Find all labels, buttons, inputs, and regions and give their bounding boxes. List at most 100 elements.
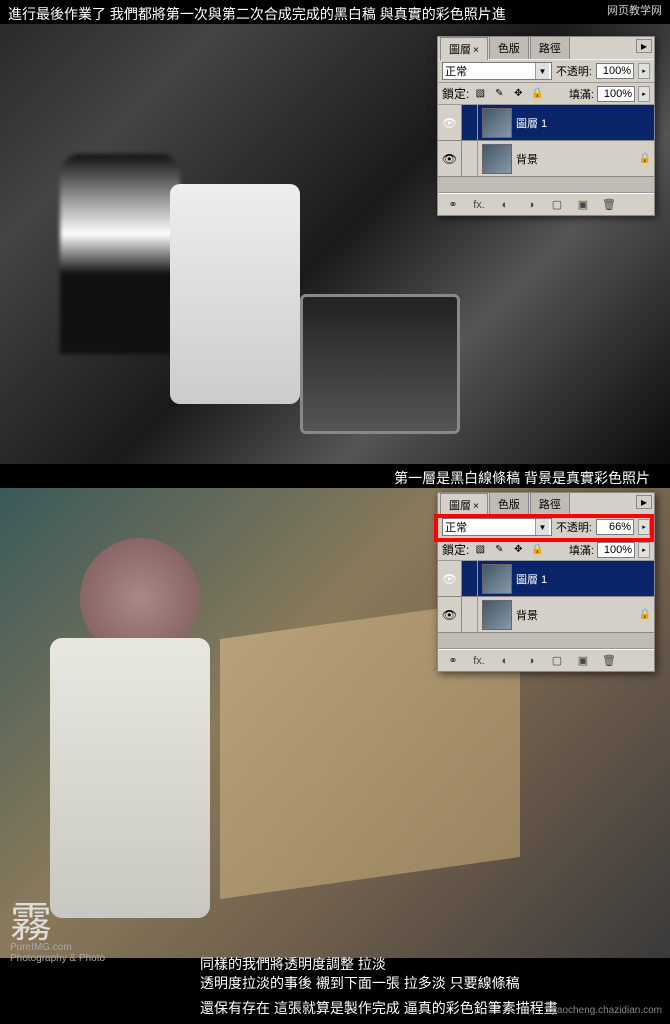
layer-item-1[interactable]: 👁 圖層 1 xyxy=(438,561,654,597)
opacity-label: 不透明: xyxy=(556,63,592,79)
opacity-flyout-icon[interactable]: ▸ xyxy=(638,519,650,535)
panel-footer: ⚭ fx. ◐ ◑ ▢ ▣ 🗑 xyxy=(438,193,654,215)
instruction-bottom-1: 同樣的我們將透明度調整 拉淡 xyxy=(200,955,520,975)
fill-input[interactable]: 100% xyxy=(597,86,635,102)
instruction-bottom: 同樣的我們將透明度調整 拉淡 透明度拉淡的事後 襯到下面一張 拉多淡 只要線條稿 xyxy=(200,955,520,994)
logo-tagline: Photography & Photo xyxy=(10,953,105,964)
fill-label: 填滿: xyxy=(569,542,594,558)
blend-opacity-row: 正常 ▼ 不透明: 66% ▸ xyxy=(438,515,654,539)
layer-item-background[interactable]: 👁 背景 🔒 xyxy=(438,141,654,177)
lock-paint-icon[interactable]: ✎ xyxy=(491,87,507,101)
fx-icon[interactable]: fx. xyxy=(470,197,488,213)
adjustment-icon[interactable]: ◑ xyxy=(522,653,540,669)
mask-icon[interactable]: ◐ xyxy=(496,197,514,213)
tab-close-icon[interactable]: × xyxy=(473,501,479,512)
tab-paths[interactable]: 路徑 xyxy=(530,36,570,59)
fill-input[interactable]: 100% xyxy=(597,542,635,558)
watermark-bottom-right: jiaocheng.chazidian.com xyxy=(552,1005,662,1016)
bw-suitcase xyxy=(300,294,460,434)
layer-list: 👁 圖層 1 👁 背景 🔒 xyxy=(438,561,654,649)
color-washing-machine xyxy=(50,638,210,918)
blend-mode-value: 正常 xyxy=(445,519,467,535)
tab-channels[interactable]: 色版 xyxy=(489,492,529,515)
panel-menu-button[interactable]: ▸ xyxy=(636,39,652,53)
tab-paths[interactable]: 路徑 xyxy=(530,492,570,515)
opacity-input[interactable]: 66% xyxy=(596,519,634,535)
tab-layers[interactable]: 圖層× xyxy=(440,37,488,60)
blend-mode-select[interactable]: 正常 ▼ xyxy=(442,518,552,536)
instruction-top: 進行最後作業了 我們都將第一次與第二次合成完成的黑白稿 與真實的彩色照片進 xyxy=(8,4,662,24)
tab-layers[interactable]: 圖層× xyxy=(440,493,488,516)
instruction-mid: 第一層是黑白線條稿 背景是真實彩色照片 xyxy=(394,468,650,488)
instruction-bottom-2: 透明度拉淡的事後 襯到下面一張 拉多淡 只要線條稿 xyxy=(200,974,520,994)
lock-label: 鎖定: xyxy=(442,541,469,558)
layer-1-name[interactable]: 圖層 1 xyxy=(516,571,654,587)
opacity-flyout-icon[interactable]: ▸ xyxy=(638,63,650,79)
watermark-top-right: 网页教学网 xyxy=(607,2,662,18)
link-column[interactable] xyxy=(462,597,478,632)
lock-all-icon[interactable]: 🔒 xyxy=(529,87,545,101)
lock-indicator-icon: 🔒 xyxy=(638,609,654,620)
bw-figure-silhouette xyxy=(60,154,180,354)
lock-fill-row: 鎖定: ▨ ✎ ✥ 🔒 填滿: 100% ▸ xyxy=(438,539,654,561)
tab-channels[interactable]: 色版 xyxy=(489,36,529,59)
layers-panel-1: 圖層× 色版 路徑 ▸ 正常 ▼ 不透明: 100% ▸ 鎖定: ▨ ✎ ✥ 🔒… xyxy=(437,36,655,216)
layer-thumbnail[interactable] xyxy=(482,564,512,594)
tab-close-icon[interactable]: × xyxy=(473,45,479,56)
lock-all-icon[interactable]: 🔒 xyxy=(529,543,545,557)
lock-transparency-icon[interactable]: ▨ xyxy=(472,543,488,557)
blend-mode-select[interactable]: 正常 ▼ xyxy=(442,62,552,80)
layer-bg-name[interactable]: 背景 xyxy=(516,607,638,623)
link-column[interactable] xyxy=(462,141,478,176)
visibility-eye-icon[interactable]: 👁 xyxy=(438,141,462,176)
chevron-down-icon: ▼ xyxy=(535,63,549,79)
link-layers-icon[interactable]: ⚭ xyxy=(444,653,462,669)
chevron-down-icon: ▼ xyxy=(535,519,549,535)
layer-thumbnail[interactable] xyxy=(482,108,512,138)
layer-thumbnail[interactable] xyxy=(482,144,512,174)
new-layer-icon[interactable]: ▣ xyxy=(574,653,592,669)
fill-flyout-icon[interactable]: ▸ xyxy=(638,542,650,558)
instruction-bottom-3: 還保有存在 這張就算是製作完成 逼真的彩色鉛筆素描程畫 xyxy=(200,998,558,1018)
layer-empty-row xyxy=(438,177,654,193)
layer-thumbnail[interactable] xyxy=(482,600,512,630)
layer-list: 👁 圖層 1 👁 背景 🔒 xyxy=(438,105,654,193)
link-column[interactable] xyxy=(462,561,478,596)
blend-opacity-row: 正常 ▼ 不透明: 100% ▸ xyxy=(438,59,654,83)
lock-position-icon[interactable]: ✥ xyxy=(510,543,526,557)
layer-item-background[interactable]: 👁 背景 🔒 xyxy=(438,597,654,633)
logo-url: PureIMG.com xyxy=(10,942,105,953)
trash-icon[interactable]: 🗑 xyxy=(600,653,618,669)
fill-flyout-icon[interactable]: ▸ xyxy=(638,86,650,102)
layer-1-name[interactable]: 圖層 1 xyxy=(516,115,654,131)
logo-bottom-left: 霧 PureIMG.com Photography & Photo xyxy=(10,908,105,964)
bw-washing-machine xyxy=(170,184,300,404)
instruction-top-text: 進行最後作業了 我們都將第一次與第二次合成完成的黑白稿 與真實的彩色照片進 xyxy=(8,4,506,24)
folder-icon[interactable]: ▢ xyxy=(548,653,566,669)
visibility-eye-icon[interactable]: 👁 xyxy=(438,105,462,140)
fill-label: 填滿: xyxy=(569,86,594,102)
link-layers-icon[interactable]: ⚭ xyxy=(444,197,462,213)
layers-panel-2: 圖層× 色版 路徑 ▸ 正常 ▼ 不透明: 66% ▸ 鎖定: ▨ ✎ ✥ 🔒 … xyxy=(437,492,655,672)
panel-menu-button[interactable]: ▸ xyxy=(636,495,652,509)
layer-bg-name[interactable]: 背景 xyxy=(516,151,638,167)
lock-paint-icon[interactable]: ✎ xyxy=(491,543,507,557)
trash-icon[interactable]: 🗑 xyxy=(600,197,618,213)
panel-tabs: 圖層× 色版 路徑 ▸ xyxy=(438,493,654,515)
new-layer-icon[interactable]: ▣ xyxy=(574,197,592,213)
folder-icon[interactable]: ▢ xyxy=(548,197,566,213)
link-column[interactable] xyxy=(462,105,478,140)
opacity-input[interactable]: 100% xyxy=(596,63,634,79)
fx-icon[interactable]: fx. xyxy=(470,653,488,669)
lock-position-icon[interactable]: ✥ xyxy=(510,87,526,101)
blend-mode-value: 正常 xyxy=(445,63,467,79)
lock-transparency-icon[interactable]: ▨ xyxy=(472,87,488,101)
visibility-eye-icon[interactable]: 👁 xyxy=(438,561,462,596)
panel-footer: ⚭ fx. ◐ ◑ ▢ ▣ 🗑 xyxy=(438,649,654,671)
layer-item-1[interactable]: 👁 圖層 1 xyxy=(438,105,654,141)
layer-empty-row xyxy=(438,633,654,649)
logo-char: 霧 xyxy=(10,908,105,942)
mask-icon[interactable]: ◐ xyxy=(496,653,514,669)
visibility-eye-icon[interactable]: 👁 xyxy=(438,597,462,632)
adjustment-icon[interactable]: ◑ xyxy=(522,197,540,213)
